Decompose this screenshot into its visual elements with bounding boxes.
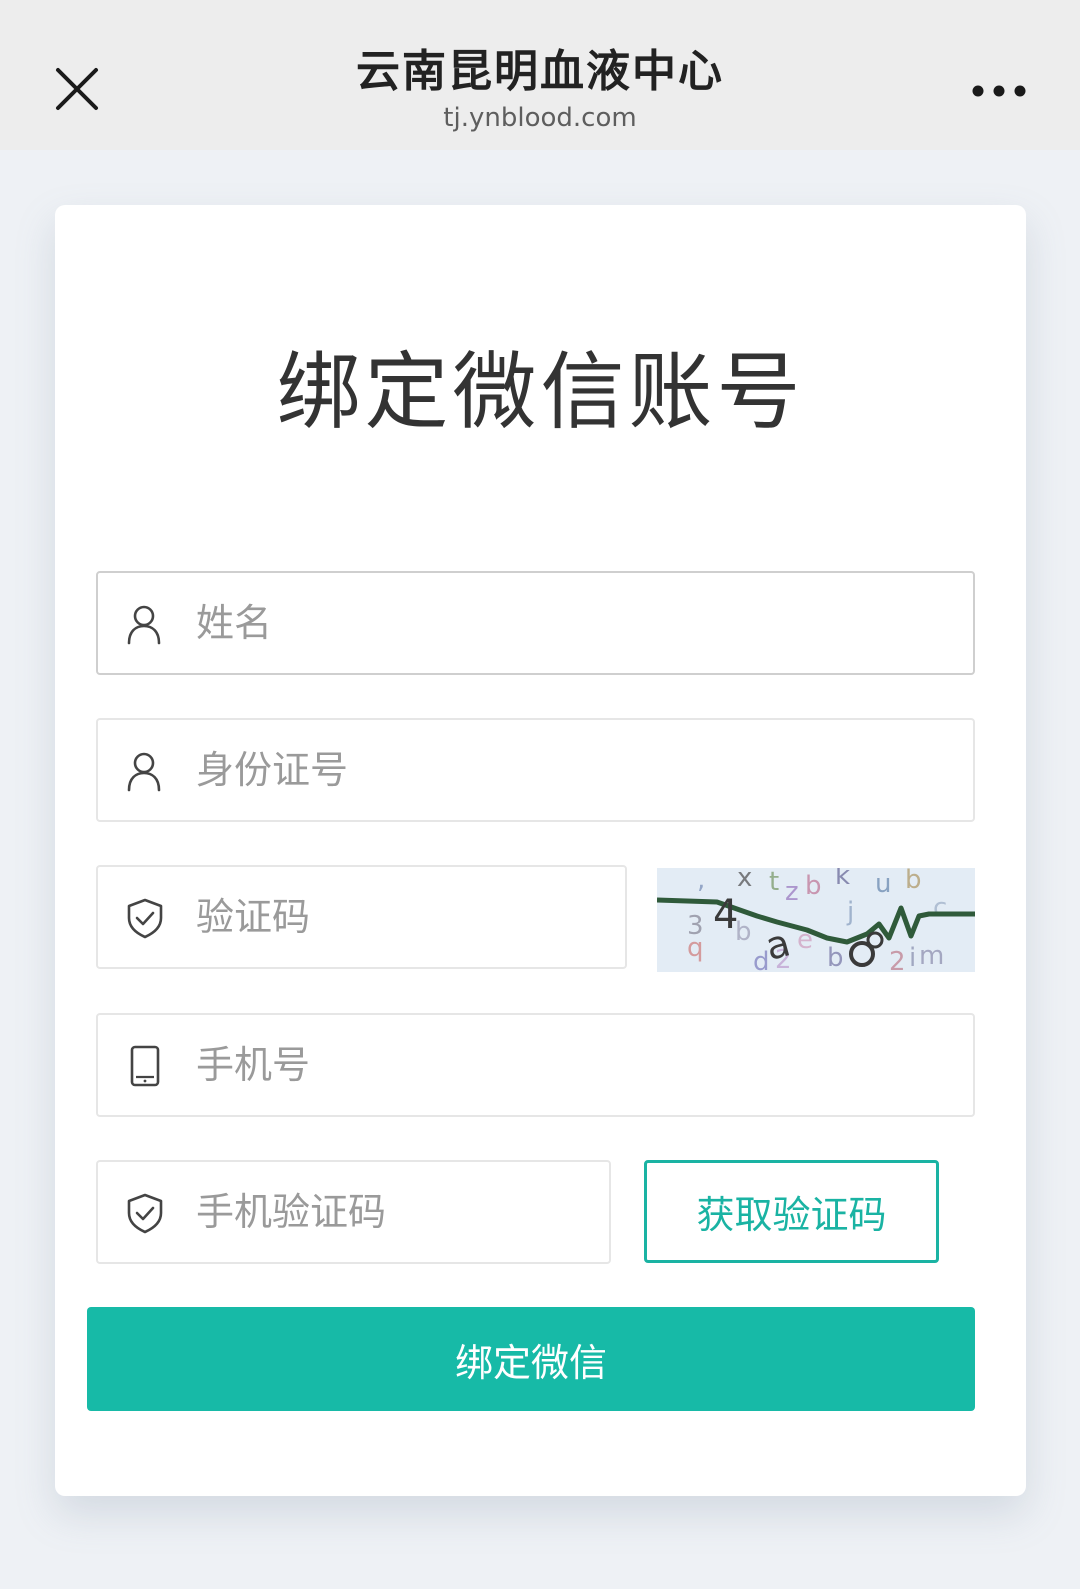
name-input[interactable] (196, 573, 956, 673)
svg-text:,: , (697, 868, 705, 895)
svg-text:m: m (919, 941, 944, 971)
svg-text:b: b (827, 943, 844, 972)
id-number-input[interactable] (196, 720, 956, 820)
svg-text:b: b (905, 868, 922, 895)
phone-input[interactable] (196, 1015, 956, 1115)
form-heading: 绑定微信账号 (276, 343, 805, 441)
shield-check-icon (127, 898, 163, 939)
svg-text:q: q (687, 933, 704, 963)
get-sms-code-button[interactable]: 获取验证码 (644, 1160, 939, 1263)
sms-code-field[interactable] (96, 1160, 611, 1264)
svg-text:2: 2 (889, 947, 906, 972)
name-field[interactable] (96, 571, 975, 675)
close-button[interactable] (52, 64, 102, 114)
bind-card: 绑定微信账号 , x t z (55, 205, 1026, 1496)
page-title: 云南昆明血液中心 (356, 46, 724, 97)
phone-icon (130, 1045, 160, 1087)
svg-text:k: k (835, 868, 850, 891)
svg-text:j: j (846, 897, 854, 927)
captcha-graphic: , x t z b k u b j c 3 q b e b d 2 2 i m (656, 861, 975, 977)
page-url: tj.ynblood.com (443, 103, 637, 133)
svg-text:4: 4 (713, 892, 738, 938)
id-number-field[interactable] (96, 718, 975, 822)
bind-wechat-button[interactable]: 绑定微信 (87, 1307, 975, 1411)
svg-text:b: b (805, 871, 822, 901)
user-icon (127, 605, 161, 645)
more-dots-icon (972, 85, 1026, 97)
svg-text:c: c (933, 893, 947, 923)
close-icon (56, 68, 98, 110)
captcha-input[interactable] (196, 867, 606, 967)
shield-check-icon (127, 1193, 163, 1234)
svg-text:i: i (909, 943, 916, 972)
sms-code-input[interactable] (196, 1162, 596, 1262)
more-button[interactable] (970, 76, 1030, 106)
captcha-field[interactable] (96, 865, 627, 969)
captcha-image[interactable]: , x t z b k u b j c 3 q b e b d 2 2 i m (656, 861, 975, 977)
svg-text:u: u (875, 869, 891, 899)
svg-text:z: z (785, 877, 799, 907)
svg-text:x: x (737, 868, 752, 893)
title-area: 云南昆明血液中心 tj.ynblood.com (240, 42, 840, 134)
user-icon (127, 752, 161, 792)
phone-field[interactable] (96, 1013, 975, 1117)
svg-text:t: t (769, 868, 779, 897)
top-bar: 云南昆明血液中心 tj.ynblood.com (0, 0, 1080, 150)
